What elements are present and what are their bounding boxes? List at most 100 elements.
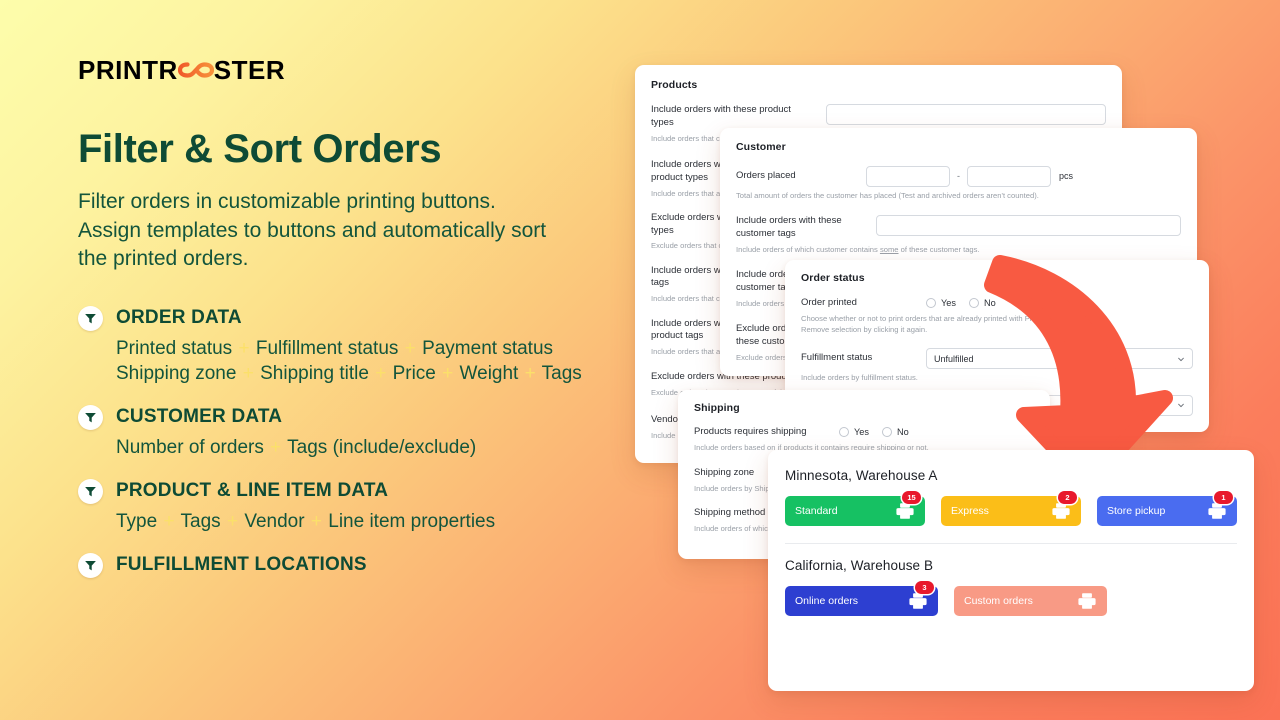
printer-icon	[1208, 503, 1226, 519]
print-button-badge: 1	[1214, 491, 1233, 504]
filter-funnel-icon	[78, 305, 103, 331]
feature-tag: Tags	[541, 362, 582, 384]
order-printed-radio-group[interactable]: Yes No	[926, 298, 996, 309]
requires-shipping-radio-group[interactable]: Yes No	[839, 427, 909, 438]
feature-tag: Payment status	[422, 337, 554, 359]
feature-tag: Printed status	[116, 337, 233, 359]
radio-dot-icon	[882, 427, 892, 438]
filter-funnel-icon	[78, 552, 103, 578]
page-subtitle: Filter orders in customizable printing b…	[78, 190, 547, 271]
print-button[interactable]: Custom orders	[954, 586, 1107, 616]
printer-icon	[1078, 593, 1096, 609]
print-button-label: Standard	[795, 505, 838, 517]
radio-dot-icon	[969, 298, 979, 309]
order-printed-hint-2: Remove selection by clicking it again.	[801, 325, 928, 335]
promo-banner: PRINTR STER Filter & Sort Orders Filter …	[0, 0, 1280, 720]
feature-detail-line: Type + Tags + Vendor + Line item propert…	[116, 509, 638, 534]
field-hint: Include orders of which customer contain…	[736, 244, 980, 254]
feature-tag: Price	[392, 362, 436, 384]
print-button[interactable]: Store pickup 1	[1097, 491, 1237, 526]
orders-placed-unit: pcs	[1059, 171, 1074, 181]
feature-title: CUSTOMER DATA	[116, 406, 283, 428]
plus-separator: +	[238, 337, 250, 359]
feature-detail-line: Number of orders + Tags (include/exclude…	[116, 435, 638, 460]
location-title: Minnesota, Warehouse A	[785, 468, 938, 483]
location-section: California, Warehouse B Online orders 3 Cus…	[785, 558, 1237, 616]
plus-separator: +	[310, 510, 322, 532]
print-button-label: Online orders	[795, 595, 859, 607]
card-title-customer: Customer	[736, 141, 786, 153]
feature-tag: Type	[116, 510, 158, 532]
requires-shipping-label: Products requires shipping	[694, 426, 807, 437]
radio-requires-shipping-yes[interactable]: Yes	[839, 427, 869, 438]
plus-separator: +	[242, 362, 254, 384]
orders-placed-max-input[interactable]	[967, 166, 1051, 187]
feature-tag: Line item properties	[328, 510, 496, 532]
field-label: Include orders with these product types	[651, 104, 791, 128]
feature-title: PRODUCT & LINE ITEM DATA	[116, 480, 389, 502]
printrooster-logo: PRINTR STER	[78, 54, 638, 86]
feature-tag: Number of orders	[116, 436, 264, 458]
card-title-shipping: Shipping	[694, 402, 740, 414]
fulfillment-status-select[interactable]: Unfulfilled	[926, 348, 1193, 370]
left-content-column: PRINTR STER Filter & Sort Orders Filter …	[78, 54, 638, 597]
order-printed-label: Order printed	[801, 297, 857, 308]
feature-item: PRODUCT & LINE ITEM DATA Type + Tags + Ve…	[78, 478, 638, 534]
feature-item: FULFILLMENT LOCATIONS	[78, 552, 638, 578]
print-button[interactable]: Express 2	[941, 491, 1081, 526]
print-button-badge: 3	[915, 581, 934, 594]
plus-separator: +	[404, 337, 416, 359]
card-title-order-status: Order status	[801, 272, 865, 284]
feature-item: CUSTOMER DATA Number of orders + Tags (in…	[78, 404, 638, 460]
feature-detail-lines: Number of orders + Tags (include/exclude…	[116, 435, 638, 460]
radio-order-printed-no[interactable]: No	[969, 298, 996, 309]
fulfillment-status-hint: Include orders by fulfillment status.	[801, 373, 918, 383]
printer-icon	[1052, 503, 1070, 519]
feature-tag: Shipping title	[260, 362, 369, 384]
orders-placed-min-input[interactable]	[866, 166, 950, 187]
feature-tag: Vendor	[244, 510, 305, 532]
plus-separator: +	[163, 510, 175, 532]
feature-detail-line: Printed status + Fulfillment status + Pa…	[116, 336, 638, 361]
print-button-badge: 15	[902, 491, 921, 504]
app-screenshot-collage: Products Include orders with these produ…	[630, 60, 1280, 691]
customer-tags-include-input[interactable]	[876, 215, 1181, 237]
print-button-row: Online orders 3 Custom orders	[785, 581, 1237, 616]
order-printed-hint-1: Choose whether or not to print orders th…	[801, 313, 1066, 323]
feature-heading: PRODUCT & LINE ITEM DATA	[78, 478, 638, 504]
print-button[interactable]: Online orders 3	[785, 581, 938, 616]
radio-order-printed-yes[interactable]: Yes	[926, 298, 956, 309]
print-button[interactable]: Standard 15	[785, 491, 925, 526]
radio-dot-icon	[926, 298, 936, 309]
range-separator: -	[957, 171, 960, 181]
plus-separator: +	[442, 362, 454, 384]
feature-detail-line: Shipping zone + Shipping title + Price +…	[116, 361, 638, 386]
feature-tag: Shipping zone	[116, 362, 237, 384]
orders-placed-hint: Total amount of orders the customer has …	[736, 191, 1039, 200]
field-label: Include orders with these customer tags	[736, 215, 842, 240]
plus-separator: +	[524, 362, 536, 384]
plus-separator: +	[226, 510, 239, 532]
plus-separator: +	[375, 362, 387, 384]
radio-dot-icon	[839, 427, 849, 438]
feature-tag: Tags	[180, 510, 221, 532]
printer-icon	[896, 503, 914, 519]
filter-funnel-icon	[78, 478, 103, 504]
radio-requires-shipping-no[interactable]: No	[882, 427, 909, 438]
infinity-icon	[177, 58, 214, 82]
feature-detail-lines: Type + Tags + Vendor + Line item propert…	[116, 509, 638, 534]
print-button-row: Standard 15 Express 2 Store pickup 1	[785, 491, 1237, 526]
print-button-label: Express	[951, 505, 989, 517]
logo-text-left: PRINTR	[78, 54, 178, 85]
feature-title: ORDER DATA	[116, 307, 242, 329]
feature-list: ORDER DATA Printed status + Fulfillment s…	[78, 305, 638, 578]
feature-heading: CUSTOMER DATA	[78, 404, 638, 430]
product-types-include-input[interactable]	[826, 104, 1106, 125]
location-title: California, Warehouse B	[785, 558, 934, 573]
print-button-label: Custom orders	[964, 595, 1033, 607]
chevron-down-icon	[1178, 357, 1184, 361]
printer-icon	[909, 593, 927, 609]
feature-heading: FULFILLMENT LOCATIONS	[78, 552, 638, 578]
page-title: Filter & Sort Orders	[78, 127, 442, 171]
feature-tag: Tags (include/exclude)	[287, 436, 477, 458]
